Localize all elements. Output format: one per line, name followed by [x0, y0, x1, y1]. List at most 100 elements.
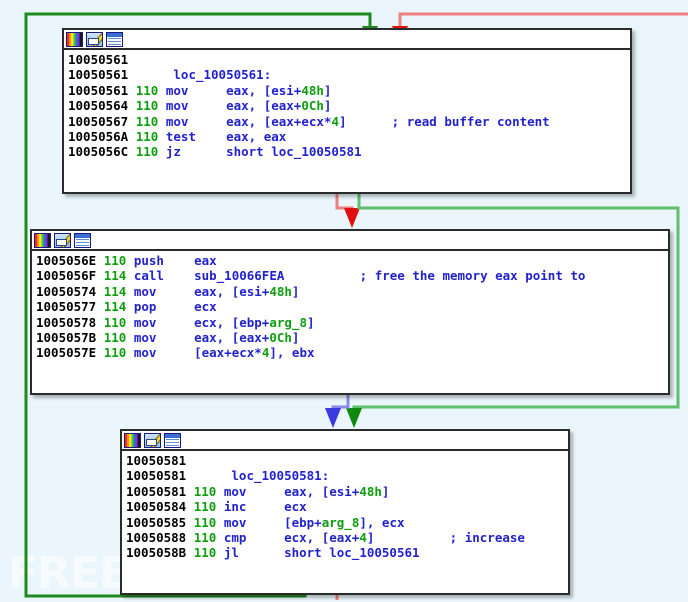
- edit-image-icon[interactable]: [144, 433, 161, 448]
- disasm-line[interactable]: 10050585 110 mov [ebp+arg_8], ecx: [126, 515, 565, 530]
- line-address: 10050585: [126, 514, 187, 530]
- block-1-body[interactable]: 10050561 10050561 loc_10050561: 10050561 …: [64, 50, 630, 163]
- line-stack-depth: 114: [103, 299, 127, 315]
- line-address: 10050581: [126, 483, 187, 499]
- line-mnemonic[interactable]: test: [166, 129, 211, 144]
- line-address: 10050574: [36, 283, 97, 299]
- line-address: 10050561: [68, 67, 129, 83]
- line-address: 1005056A: [68, 128, 129, 144]
- block-2-body[interactable]: 1005056E 110 push eax 1005056F 114 call s…: [32, 251, 668, 364]
- disasm-line[interactable]: 10050581 loc_10050581:: [126, 468, 565, 483]
- line-stack-depth: 110: [193, 514, 217, 530]
- line-address: 10050567: [68, 113, 129, 129]
- disasm-line[interactable]: 10050581 110 mov eax, [esi+48h]: [126, 484, 565, 499]
- edit-image-icon[interactable]: [54, 233, 71, 248]
- line-mnemonic[interactable]: push: [134, 253, 179, 268]
- line-mnemonic[interactable]: mov: [166, 98, 211, 113]
- line-address: 1005057B: [36, 329, 97, 345]
- disasm-line[interactable]: 10050561: [68, 52, 627, 67]
- line-operands[interactable]: [ebp+arg_8], ecx: [284, 515, 404, 530]
- disasm-line[interactable]: 10050574 114 mov eax, [esi+48h]: [36, 284, 665, 299]
- disasm-line[interactable]: 1005056F 114 call sub_10066FEA ; free th…: [36, 268, 665, 283]
- disasm-line[interactable]: 10050584 110 inc ecx: [126, 499, 565, 514]
- block-titlebar[interactable]: [32, 231, 668, 251]
- line-mnemonic[interactable]: mov: [134, 315, 179, 330]
- line-address: 1005056F: [36, 268, 97, 284]
- line-operands[interactable]: ecx: [194, 299, 217, 314]
- edge-block2-to-block3: [325, 393, 350, 428]
- line-mnemonic[interactable]: call: [134, 268, 179, 283]
- block-titlebar[interactable]: [64, 30, 630, 50]
- line-mnemonic[interactable]: mov: [166, 114, 211, 129]
- line-operands[interactable]: short loc_10050581: [226, 144, 361, 159]
- line-address: 10050578: [36, 314, 97, 330]
- disasm-line[interactable]: 1005056E 110 push eax: [36, 253, 665, 268]
- line-operands[interactable]: eax, [esi+48h]: [194, 284, 299, 299]
- line-operands[interactable]: ecx: [284, 499, 307, 514]
- line-operands[interactable]: ecx, [eax+4]: [284, 530, 450, 545]
- basic-block-loc-10050561[interactable]: 10050561 10050561 loc_10050561: 10050561 …: [62, 28, 632, 194]
- line-stack-depth: 110: [103, 345, 127, 361]
- line-mnemonic[interactable]: mov: [224, 515, 269, 530]
- line-mnemonic[interactable]: cmp: [224, 530, 269, 545]
- line-operands[interactable]: eax, [eax+0Ch]: [194, 330, 299, 345]
- disasm-line[interactable]: 1005056A 110 test eax, eax: [68, 129, 627, 144]
- line-operands[interactable]: eax: [194, 253, 217, 268]
- line-operands[interactable]: sub_10066FEA: [194, 268, 360, 283]
- line-address: 10050584: [126, 499, 187, 515]
- line-mnemonic[interactable]: inc: [224, 499, 269, 514]
- line-label[interactable]: loc_10050561:: [173, 67, 271, 82]
- window-icon[interactable]: [164, 433, 181, 448]
- line-operands[interactable]: eax, [esi+48h]: [226, 83, 331, 98]
- line-mnemonic[interactable]: mov: [134, 284, 179, 299]
- line-address: 10050588: [126, 529, 187, 545]
- line-operands[interactable]: eax, [eax+0Ch]: [226, 98, 331, 113]
- line-comment[interactable]: ; increase: [450, 530, 525, 545]
- line-address: 1005057E: [36, 345, 97, 361]
- line-address: 10050561: [68, 82, 129, 98]
- window-icon[interactable]: [74, 233, 91, 248]
- line-mnemonic[interactable]: jz: [166, 144, 211, 159]
- disasm-line[interactable]: 1005058B 110 jl short loc_10050561: [126, 545, 565, 560]
- disasm-line[interactable]: 1005057E 110 mov [eax+ecx*4], ebx: [36, 345, 665, 360]
- basic-block-1005056e[interactable]: 1005056E 110 push eax 1005056F 114 call s…: [30, 229, 670, 395]
- line-comment[interactable]: ; free the memory eax point to: [360, 268, 586, 283]
- line-operands[interactable]: short loc_10050561: [284, 545, 419, 560]
- line-stack-depth: 110: [135, 144, 159, 160]
- disasm-line[interactable]: 10050581: [126, 453, 565, 468]
- disasm-line[interactable]: 10050578 110 mov ecx, [ebp+arg_8]: [36, 315, 665, 330]
- line-address: 10050581: [126, 453, 187, 468]
- line-mnemonic[interactable]: jl: [224, 545, 269, 560]
- line-mnemonic[interactable]: mov: [134, 345, 179, 360]
- disasm-line[interactable]: 10050567 110 mov eax, [eax+ecx*4] ; read…: [68, 114, 627, 129]
- disasm-line[interactable]: 10050561 loc_10050561:: [68, 67, 627, 82]
- line-mnemonic[interactable]: mov: [224, 484, 269, 499]
- line-operands[interactable]: [eax+ecx*4], ebx: [194, 345, 314, 360]
- graph-canvas[interactable]: FREEBUF 10050561 10050561 loc_10050561: …: [0, 0, 688, 602]
- block-titlebar[interactable]: [122, 431, 568, 451]
- line-address: 10050561: [68, 52, 129, 67]
- line-operands[interactable]: eax, [esi+48h]: [284, 484, 389, 499]
- line-operands[interactable]: eax, eax: [226, 129, 286, 144]
- disasm-line[interactable]: 10050577 114 pop ecx: [36, 299, 665, 314]
- line-address: 10050577: [36, 299, 97, 315]
- disasm-line[interactable]: 10050561 110 mov eax, [esi+48h]: [68, 83, 627, 98]
- line-label[interactable]: loc_10050581:: [231, 468, 329, 483]
- disasm-line[interactable]: 1005057B 110 mov eax, [eax+0Ch]: [36, 330, 665, 345]
- line-mnemonic[interactable]: mov: [134, 330, 179, 345]
- disasm-line[interactable]: 1005056C 110 jz short loc_10050581: [68, 144, 627, 159]
- line-operands[interactable]: ecx, [ebp+arg_8]: [194, 315, 314, 330]
- palette-icon[interactable]: [66, 32, 83, 47]
- palette-icon[interactable]: [34, 233, 51, 248]
- window-icon[interactable]: [106, 32, 123, 47]
- disasm-line[interactable]: 10050588 110 cmp ecx, [eax+4] ; increase: [126, 530, 565, 545]
- block-3-body[interactable]: 10050581 10050581 loc_10050581: 10050581 …: [122, 451, 568, 564]
- line-operands[interactable]: eax, [eax+ecx*4]: [226, 114, 392, 129]
- line-mnemonic[interactable]: pop: [134, 299, 179, 314]
- line-comment[interactable]: ; read buffer content: [392, 114, 550, 129]
- line-mnemonic[interactable]: mov: [166, 83, 211, 98]
- edit-image-icon[interactable]: [86, 32, 103, 47]
- basic-block-loc-10050581[interactable]: 10050581 10050581 loc_10050581: 10050581 …: [120, 429, 570, 595]
- palette-icon[interactable]: [124, 433, 141, 448]
- disasm-line[interactable]: 10050564 110 mov eax, [eax+0Ch]: [68, 98, 627, 113]
